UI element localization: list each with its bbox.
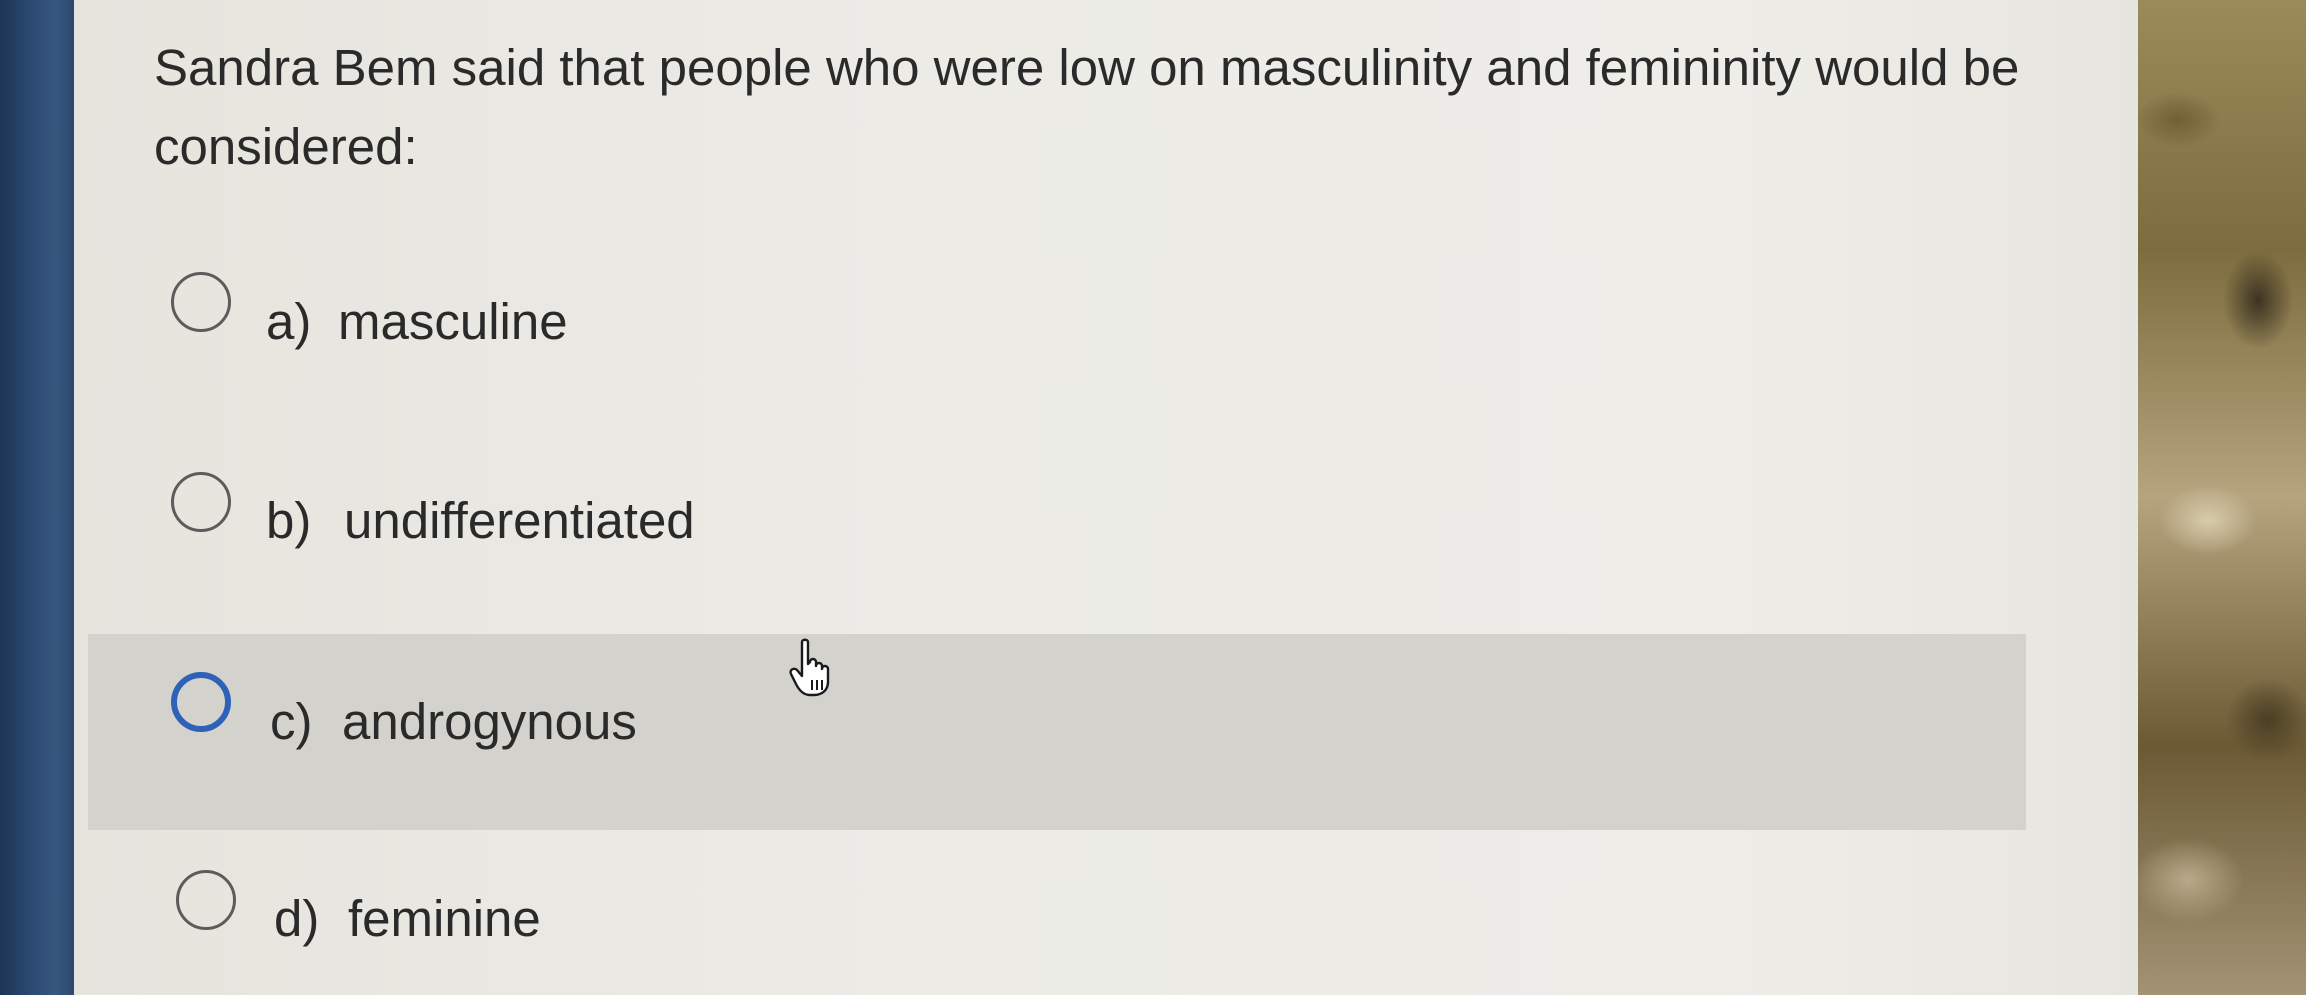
hand-pointer-icon xyxy=(789,638,830,697)
question-text: Sandra Bem said that people who were low… xyxy=(154,39,2020,175)
option-label-d: feminine xyxy=(348,890,541,947)
option-label-c: androgynous xyxy=(342,693,637,750)
option-letter-c: c) xyxy=(270,693,313,750)
option-label-a: masculine xyxy=(338,293,568,350)
option-letter-b: b) xyxy=(266,492,312,549)
radio-button-c[interactable] xyxy=(171,672,231,732)
option-label-b: undifferentiated xyxy=(344,492,695,549)
radio-button-d[interactable] xyxy=(176,870,236,930)
option-letter-a: a) xyxy=(266,293,312,350)
desktop-wallpaper-right xyxy=(2118,0,2306,995)
desktop-wallpaper-left xyxy=(0,0,80,995)
radio-button-a[interactable] xyxy=(171,272,231,332)
radio-button-b[interactable] xyxy=(171,472,231,532)
option-letter-d: d) xyxy=(274,890,320,947)
